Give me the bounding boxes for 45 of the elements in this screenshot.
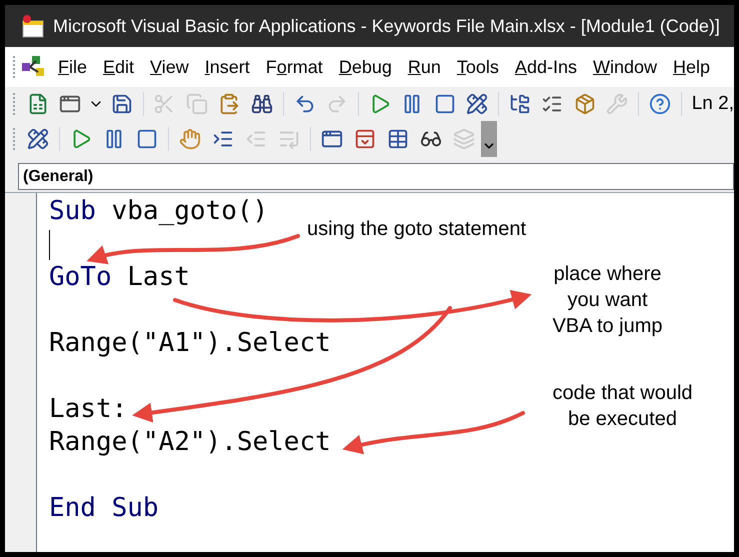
object-dropdown[interactable]: (General)	[18, 163, 734, 190]
annotation-text: place where you want VBA to jump	[551, 262, 664, 339]
menu-item[interactable]: Insert	[198, 54, 256, 80]
copy-icon	[186, 93, 208, 115]
scissors-icon	[153, 93, 176, 115]
wrench-icon	[606, 93, 628, 115]
redo-icon	[326, 93, 348, 115]
tree-icon	[508, 93, 531, 115]
binoculars-icon	[251, 93, 274, 115]
window-icon	[321, 128, 343, 150]
clipboard-icon	[218, 93, 240, 115]
code-line: Sub vba_goto()	[49, 195, 270, 228]
code-line: Range("A2").Select	[49, 426, 331, 459]
stop-icon	[434, 93, 456, 115]
annotation-text: using the goto statement	[307, 217, 526, 242]
pencil-ruler-icon	[466, 93, 488, 115]
menu-item[interactable]: Format	[260, 54, 329, 80]
menu-item[interactable]: Run	[402, 54, 447, 80]
text-cursor	[49, 230, 50, 260]
undo-icon	[294, 93, 316, 115]
code-line: Range("A1").Select	[49, 327, 331, 360]
toolbar-options-handle[interactable]	[481, 121, 497, 157]
menu-item[interactable]: Add-Ins	[508, 54, 583, 80]
help-icon	[648, 93, 671, 115]
code-line: Last:	[49, 393, 128, 426]
cursor-position: Ln 2,	[692, 92, 734, 116]
code-line: GoTo Last	[49, 261, 191, 294]
layers-icon	[453, 128, 475, 150]
window-title: Microsoft Visual Basic for Applications - Keywords File Main.xlsx - [Module1 (Code)]	[53, 14, 720, 38]
window-icon	[354, 128, 376, 150]
menu-item[interactable]: Edit	[97, 54, 140, 80]
hand-icon	[179, 128, 201, 150]
menu-item[interactable]: Debug	[332, 54, 398, 80]
pencil-ruler-icon	[27, 128, 49, 150]
table-icon	[387, 128, 409, 150]
menu-item[interactable]: File	[52, 54, 94, 80]
annotation-text: code that would be executed	[551, 381, 694, 432]
menu-item[interactable]: Help	[667, 54, 716, 80]
menu-item[interactable]: View	[144, 54, 195, 80]
menu-item[interactable]: Window	[586, 54, 663, 80]
stop-icon	[136, 128, 158, 150]
box-icon	[574, 93, 596, 115]
menu-item[interactable]: Tools	[450, 54, 505, 80]
window-icon	[59, 93, 82, 115]
code-line: End Sub	[49, 492, 160, 525]
